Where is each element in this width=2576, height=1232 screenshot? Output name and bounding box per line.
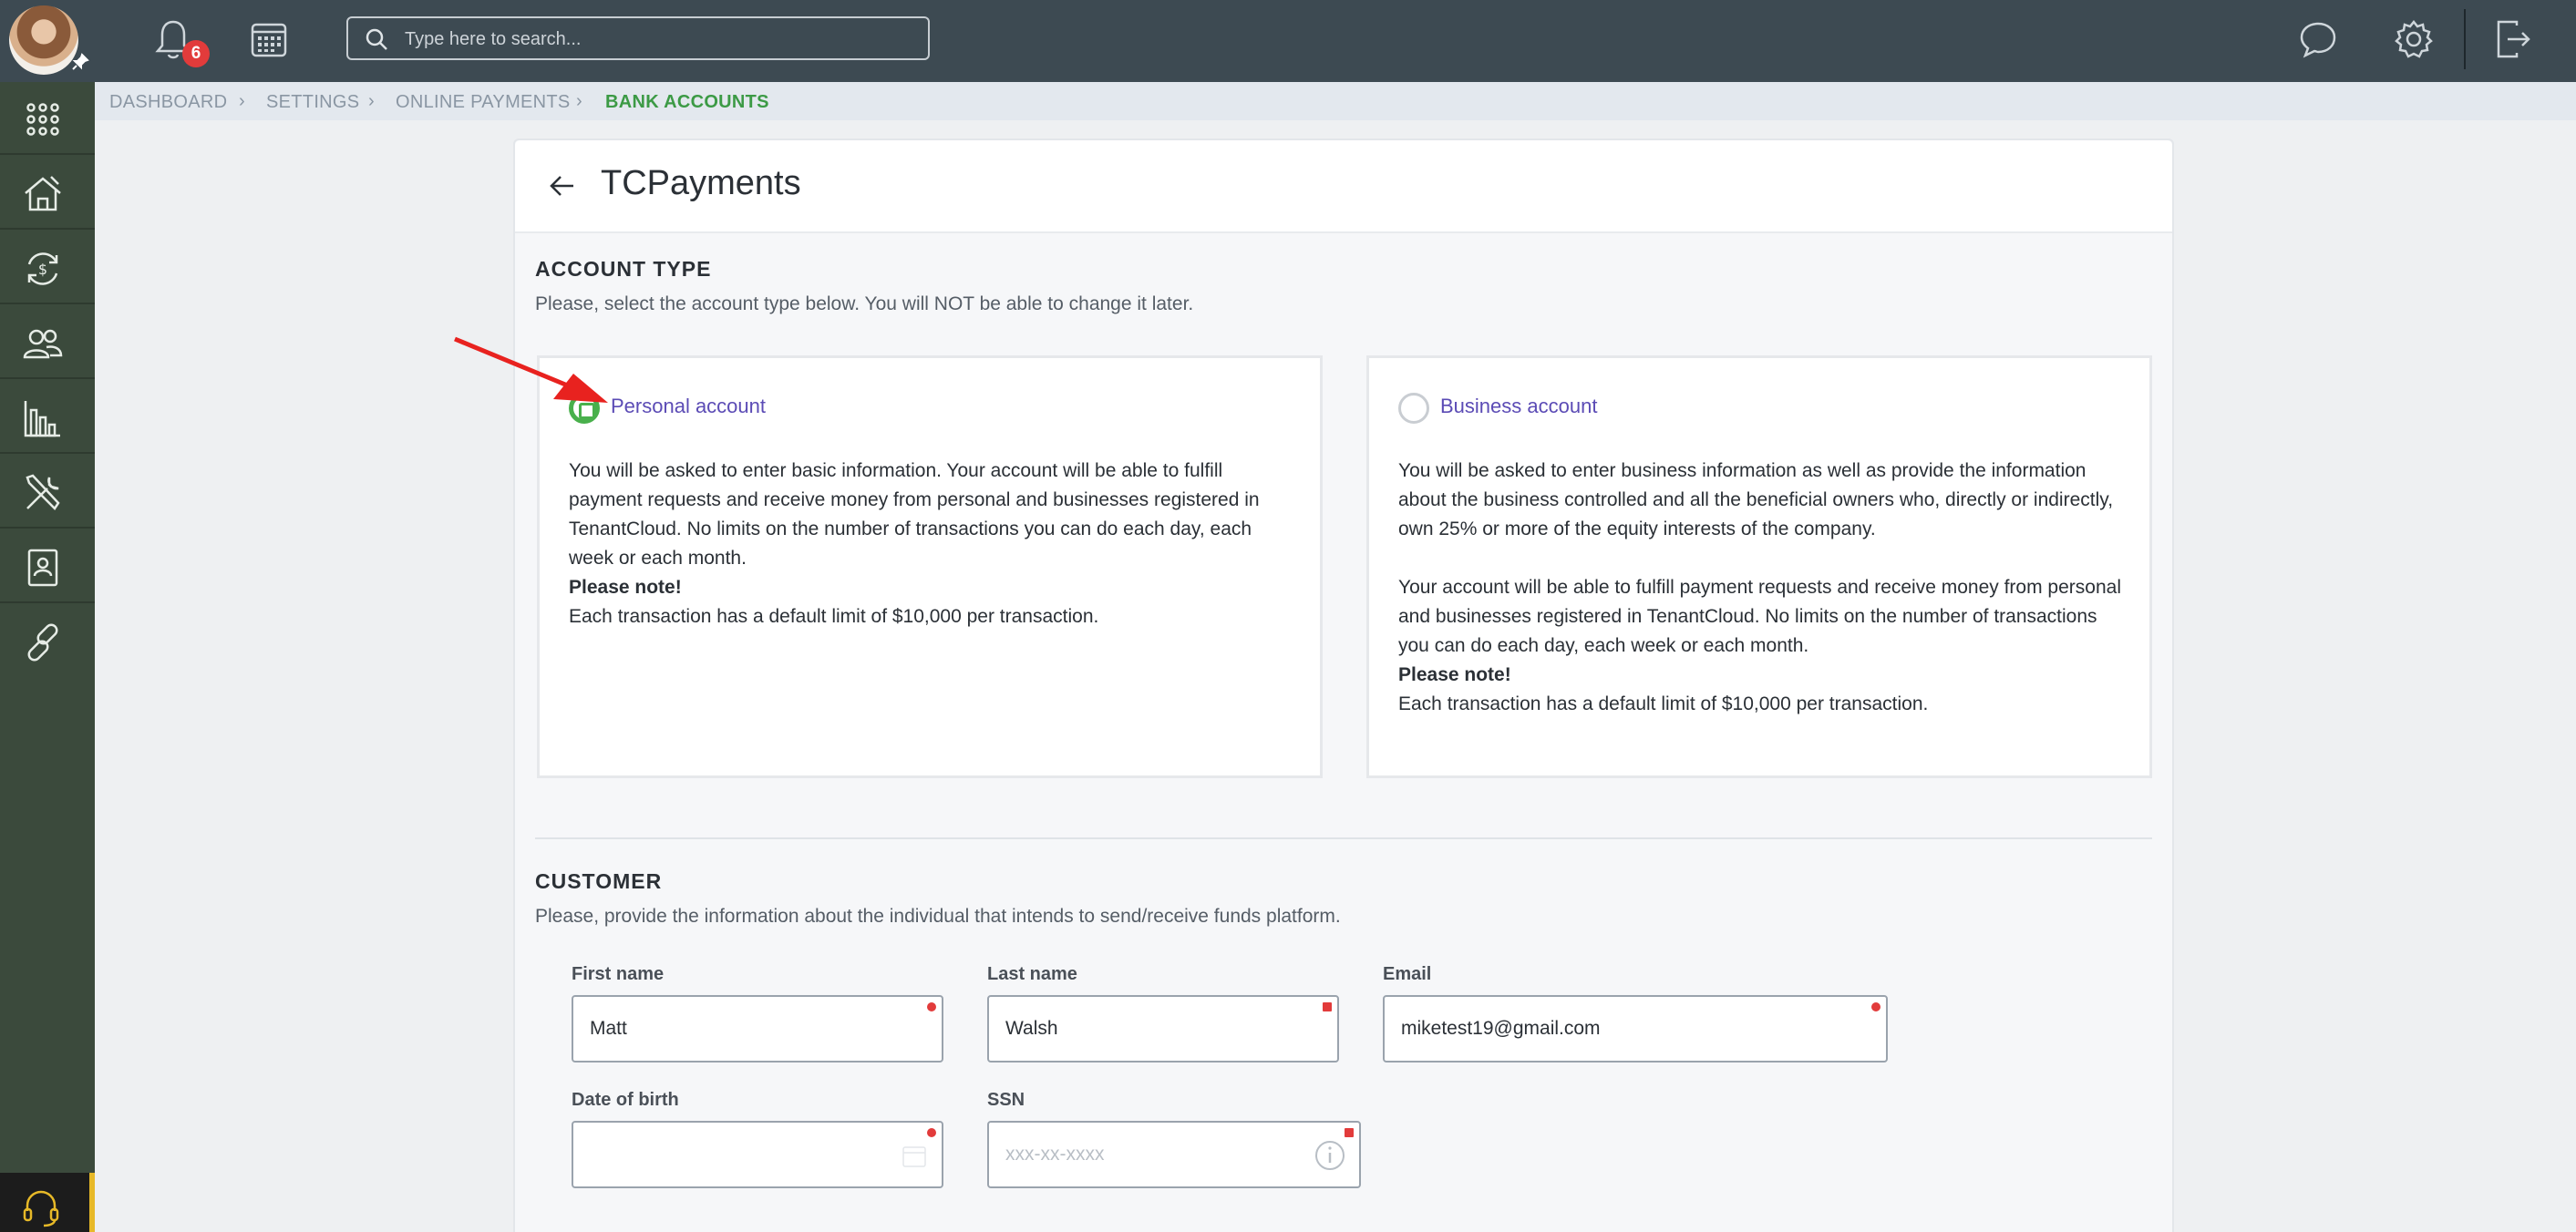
email-field[interactable]: [1383, 995, 1888, 1063]
personal-note-title: Please note!: [569, 577, 682, 598]
required-indicator: [1871, 1002, 1880, 1011]
breadcrumb-online-payments[interactable]: ONLINE PAYMENTS: [396, 92, 571, 113]
personal-note-text: Each transaction has a default limit of …: [569, 606, 1099, 627]
user-avatar[interactable]: [9, 5, 78, 75]
card-header: TCPayments: [515, 140, 2172, 233]
notification-badge: 6: [182, 40, 210, 67]
breadcrumb-settings[interactable]: SETTINGS: [266, 92, 359, 113]
pin-icon[interactable]: [71, 53, 89, 71]
chat-icon[interactable]: [2297, 18, 2339, 60]
required-indicator: [1323, 1002, 1332, 1011]
customer-title: CUSTOMER: [535, 869, 663, 893]
required-indicator: [927, 1002, 936, 1011]
breadcrumb-separator: ›: [239, 91, 245, 111]
ssn-field[interactable]: [987, 1121, 1361, 1188]
business-account-radio[interactable]: [1398, 393, 1429, 424]
gear-icon[interactable]: [2393, 18, 2435, 60]
section-divider: [535, 837, 2152, 839]
annotation-arrow-icon: [454, 336, 608, 403]
house-icon: [25, 176, 61, 211]
sidebar: $: [0, 82, 95, 1232]
back-arrow-icon[interactable]: [548, 171, 577, 200]
personal-account-option[interactable]: Personal account You will be asked to en…: [537, 355, 1323, 778]
email-input[interactable]: [1401, 1013, 1857, 1044]
required-indicator: [927, 1128, 936, 1137]
first-name-field[interactable]: [572, 995, 943, 1063]
top-bar: 6: [0, 0, 2576, 82]
calendar-icon[interactable]: [250, 20, 288, 58]
dob-label: Date of birth: [572, 1090, 679, 1110]
last-name-input[interactable]: [1005, 1013, 1315, 1044]
business-account-option[interactable]: Business account You will be asked to en…: [1366, 355, 2152, 778]
tcpayments-card: TCPayments ACCOUNT TYPE Please, select t…: [513, 139, 2174, 1232]
breadcrumb-separator: ›: [576, 91, 582, 111]
svg-text:$: $: [38, 261, 47, 278]
sidebar-item-reports[interactable]: [0, 381, 95, 454]
contact-card-icon: [27, 549, 58, 587]
tools-icon: [26, 474, 60, 510]
people-icon: [23, 329, 63, 359]
last-name-field[interactable]: [987, 995, 1339, 1063]
business-note-text: Each transaction has a default limit of …: [1398, 693, 1929, 714]
support-button[interactable]: [0, 1173, 95, 1232]
logout-icon[interactable]: [2495, 18, 2531, 60]
ssn-label: SSN: [987, 1090, 1025, 1110]
ssn-input[interactable]: [1005, 1139, 1297, 1170]
personal-account-text: You will be asked to enter basic informa…: [569, 460, 1260, 569]
dob-input[interactable]: [590, 1139, 881, 1170]
business-account-text: You will be asked to enter business info…: [1398, 460, 2114, 539]
sidebar-item-maintenance[interactable]: [0, 456, 95, 529]
email-label: Email: [1383, 964, 1432, 984]
last-name-label: Last name: [987, 964, 1077, 984]
link-icon: [27, 623, 58, 662]
breadcrumb-bank-accounts: BANK ACCOUNTS: [605, 92, 769, 112]
business-account-label[interactable]: Business account: [1440, 395, 1597, 418]
money-cycle-icon: $: [27, 252, 58, 285]
search-box[interactable]: [346, 16, 930, 60]
topbar-divider: [2464, 9, 2466, 69]
sidebar-item-apps[interactable]: [0, 82, 95, 155]
business-account-text-2: Your account will be able to fulfill pay…: [1398, 577, 2121, 656]
page-title: TCPayments: [601, 164, 801, 202]
dob-field[interactable]: [572, 1121, 943, 1188]
sidebar-item-properties[interactable]: [0, 157, 95, 230]
sidebar-item-payments[interactable]: $: [0, 231, 95, 304]
breadcrumb-dashboard[interactable]: DASHBOARD: [109, 92, 227, 113]
calendar-icon[interactable]: [902, 1145, 927, 1168]
account-type-title: ACCOUNT TYPE: [535, 257, 712, 281]
sidebar-item-people[interactable]: [0, 306, 95, 379]
personal-account-label[interactable]: Personal account: [611, 395, 766, 418]
breadcrumb-separator: ›: [368, 91, 375, 111]
first-name-label: First name: [572, 964, 665, 984]
sidebar-item-applications[interactable]: [0, 530, 95, 603]
business-note-title: Please note!: [1398, 664, 1511, 685]
search-input[interactable]: [405, 22, 915, 56]
search-icon: [366, 28, 387, 50]
account-type-description: Please, select the account type below. Y…: [535, 293, 1194, 314]
required-indicator: [1345, 1128, 1354, 1137]
first-name-input[interactable]: [590, 1013, 918, 1044]
bar-chart-icon: [24, 401, 60, 437]
breadcrumb: DASHBOARD › SETTINGS › ONLINE PAYMENTS ›…: [95, 82, 2576, 120]
headset-icon: [23, 1190, 59, 1227]
info-icon[interactable]: [1314, 1139, 1346, 1172]
customer-description: Please, provide the information about th…: [535, 906, 1341, 927]
sidebar-item-links[interactable]: [0, 605, 95, 678]
apps-grid-icon: [26, 103, 59, 136]
